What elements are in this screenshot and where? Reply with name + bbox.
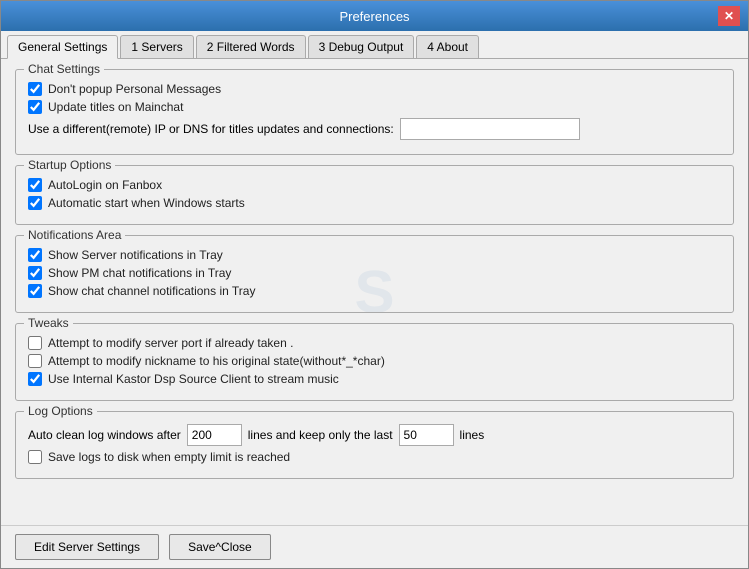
window-title: Preferences bbox=[31, 9, 718, 24]
auto-clean-row: Auto clean log windows after lines and k… bbox=[28, 424, 721, 446]
main-content: S Chat Settings Don't popup Personal Mes… bbox=[1, 59, 748, 525]
bottom-bar: Edit Server Settings Save^Close bbox=[1, 525, 748, 568]
log-options-group: Log Options Auto clean log windows after… bbox=[15, 411, 734, 479]
use-kastor-row: Use Internal Kastor Dsp Source Client to… bbox=[28, 372, 721, 386]
startup-options-label: Startup Options bbox=[24, 158, 115, 172]
save-close-button[interactable]: Save^Close bbox=[169, 534, 271, 560]
ip-dns-input[interactable] bbox=[400, 118, 580, 140]
preferences-window: Preferences ✕ General Settings 1 Servers… bbox=[0, 0, 749, 569]
dont-popup-row: Don't popup Personal Messages bbox=[28, 82, 721, 96]
chat-settings-label: Chat Settings bbox=[24, 62, 104, 76]
show-server-label[interactable]: Show Server notifications in Tray bbox=[48, 248, 223, 262]
show-channel-row: Show chat channel notifications in Tray bbox=[28, 284, 721, 298]
ip-dns-row: Use a different(remote) IP or DNS for ti… bbox=[28, 118, 721, 140]
modify-nickname-label[interactable]: Attempt to modify nickname to his origin… bbox=[48, 354, 385, 368]
ip-dns-label: Use a different(remote) IP or DNS for ti… bbox=[28, 122, 394, 136]
tweaks-label: Tweaks bbox=[24, 316, 73, 330]
startup-options-group: Startup Options AutoLogin on Fanbox Auto… bbox=[15, 165, 734, 225]
modify-port-label[interactable]: Attempt to modify server port if already… bbox=[48, 336, 293, 350]
save-logs-checkbox[interactable] bbox=[28, 450, 42, 464]
use-kastor-checkbox[interactable] bbox=[28, 372, 42, 386]
save-logs-label[interactable]: Save logs to disk when empty limit is re… bbox=[48, 450, 290, 464]
close-button[interactable]: ✕ bbox=[718, 6, 740, 26]
modify-nickname-checkbox[interactable] bbox=[28, 354, 42, 368]
lines-value-input[interactable] bbox=[187, 424, 242, 446]
update-titles-label[interactable]: Update titles on Mainchat bbox=[48, 100, 183, 114]
notifications-label: Notifications Area bbox=[24, 228, 125, 242]
show-server-row: Show Server notifications in Tray bbox=[28, 248, 721, 262]
tab-debug-output[interactable]: 3 Debug Output bbox=[308, 35, 415, 58]
auto-clean-prefix: Auto clean log windows after bbox=[28, 428, 181, 442]
show-pm-label[interactable]: Show PM chat notifications in Tray bbox=[48, 266, 231, 280]
show-channel-label[interactable]: Show chat channel notifications in Tray bbox=[48, 284, 255, 298]
autostart-label[interactable]: Automatic start when Windows starts bbox=[48, 196, 245, 210]
show-server-checkbox[interactable] bbox=[28, 248, 42, 262]
lines-suffix: lines bbox=[460, 428, 485, 442]
modify-nickname-row: Attempt to modify nickname to his origin… bbox=[28, 354, 721, 368]
update-titles-row: Update titles on Mainchat bbox=[28, 100, 721, 114]
show-channel-checkbox[interactable] bbox=[28, 284, 42, 298]
modify-port-row: Attempt to modify server port if already… bbox=[28, 336, 721, 350]
tab-servers[interactable]: 1 Servers bbox=[120, 35, 193, 58]
log-options-label: Log Options bbox=[24, 404, 97, 418]
keep-value-input[interactable] bbox=[399, 424, 454, 446]
show-pm-checkbox[interactable] bbox=[28, 266, 42, 280]
notifications-group: Notifications Area Show Server notificat… bbox=[15, 235, 734, 313]
edit-server-button[interactable]: Edit Server Settings bbox=[15, 534, 159, 560]
dont-popup-label[interactable]: Don't popup Personal Messages bbox=[48, 82, 221, 96]
save-logs-row: Save logs to disk when empty limit is re… bbox=[28, 450, 721, 464]
tab-filtered-words[interactable]: 2 Filtered Words bbox=[196, 35, 306, 58]
lines-middle: lines and keep only the last bbox=[248, 428, 393, 442]
update-titles-checkbox[interactable] bbox=[28, 100, 42, 114]
autologin-row: AutoLogin on Fanbox bbox=[28, 178, 721, 192]
tab-bar: General Settings 1 Servers 2 Filtered Wo… bbox=[1, 31, 748, 59]
show-pm-row: Show PM chat notifications in Tray bbox=[28, 266, 721, 280]
tweaks-group: Tweaks Attempt to modify server port if … bbox=[15, 323, 734, 401]
modify-port-checkbox[interactable] bbox=[28, 336, 42, 350]
tab-about[interactable]: 4 About bbox=[416, 35, 479, 58]
autologin-label[interactable]: AutoLogin on Fanbox bbox=[48, 178, 162, 192]
tab-general[interactable]: General Settings bbox=[7, 35, 118, 59]
autologin-checkbox[interactable] bbox=[28, 178, 42, 192]
autostart-checkbox[interactable] bbox=[28, 196, 42, 210]
chat-settings-group: Chat Settings Don't popup Personal Messa… bbox=[15, 69, 734, 155]
dont-popup-checkbox[interactable] bbox=[28, 82, 42, 96]
autostart-row: Automatic start when Windows starts bbox=[28, 196, 721, 210]
title-bar: Preferences ✕ bbox=[1, 1, 748, 31]
use-kastor-label[interactable]: Use Internal Kastor Dsp Source Client to… bbox=[48, 372, 339, 386]
